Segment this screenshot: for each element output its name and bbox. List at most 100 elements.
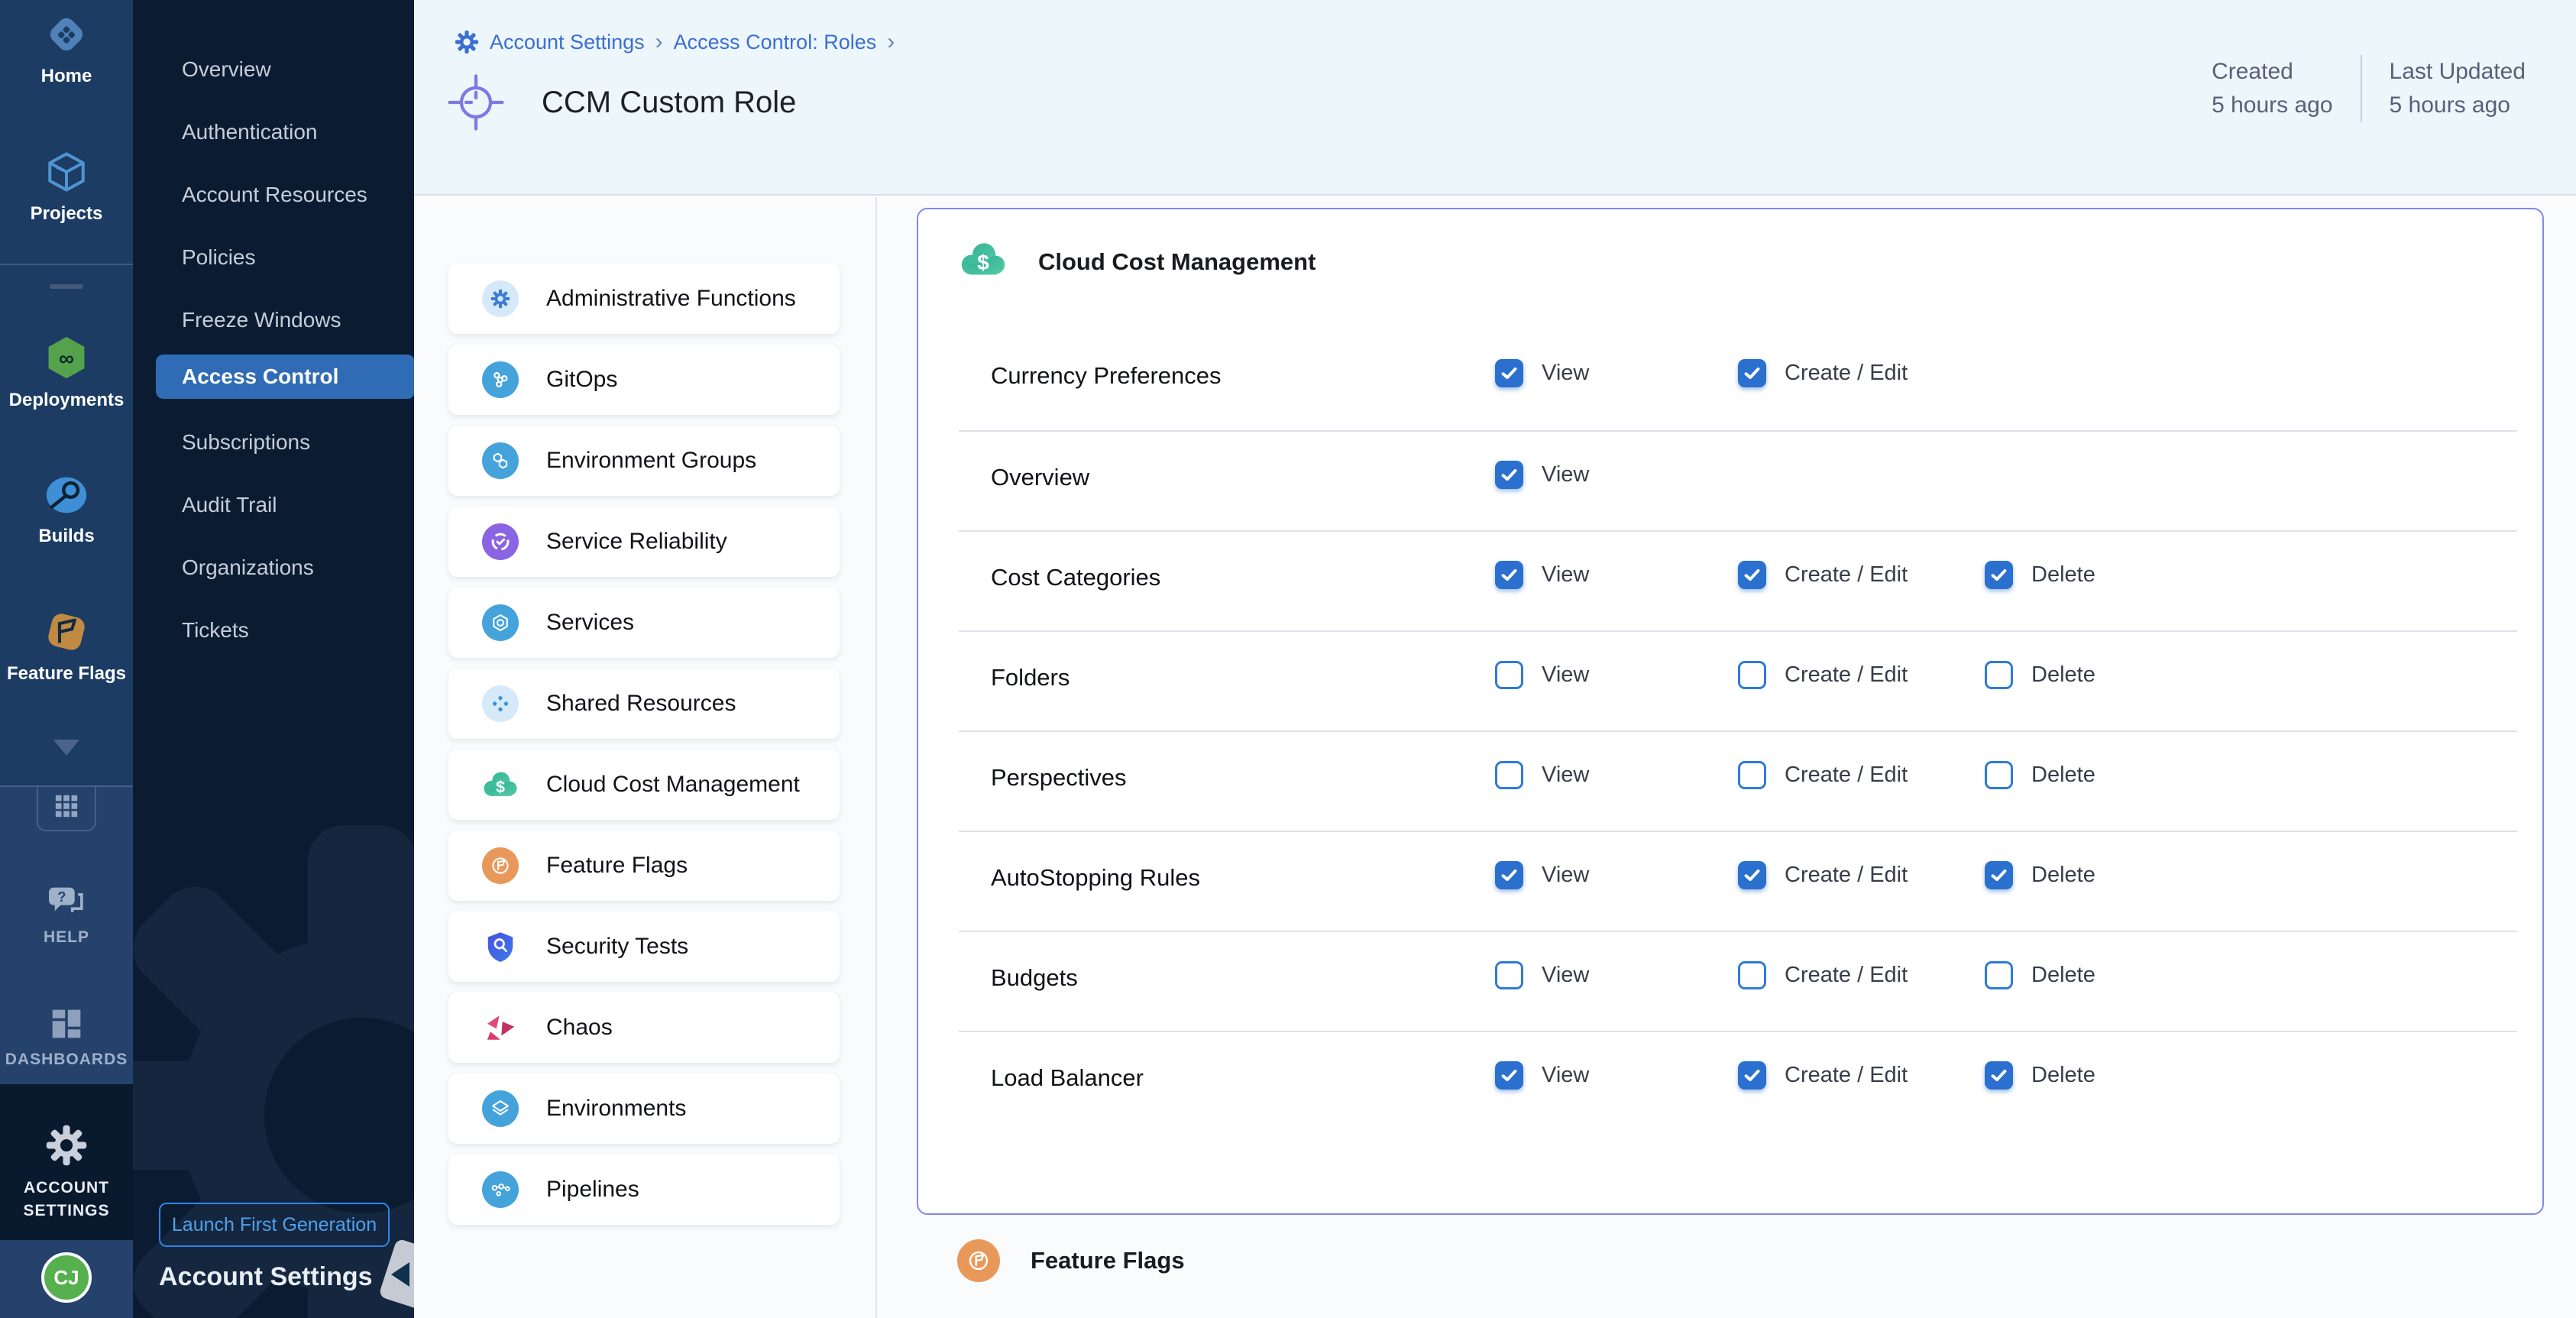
permission-checkbox-create-edit[interactable]: Create / Edit xyxy=(1738,359,1908,387)
rail-modules-chevron[interactable] xyxy=(0,740,133,756)
permission-checkbox-view[interactable]: View xyxy=(1495,661,1589,689)
sidebar-item-authentication[interactable]: Authentication xyxy=(133,110,414,154)
sidebar-item-organizations[interactable]: Organizations xyxy=(133,546,414,590)
rail-item-builds[interactable]: Builds xyxy=(0,474,133,546)
panel-header: $ Cloud Cost Management xyxy=(959,240,1316,283)
module-card-security-tests[interactable]: Security Tests xyxy=(448,912,840,982)
checkbox-label: Create / Edit xyxy=(1785,662,1908,688)
module-card-label: Chaos xyxy=(546,1015,613,1041)
permissions-panel: $ Cloud Cost Management Currency Prefere… xyxy=(917,208,2544,1215)
permission-checkbox-delete[interactable]: Delete xyxy=(1985,961,2095,989)
rail-divider xyxy=(0,264,133,265)
permission-row: Budgets View Create / Edit Delete xyxy=(959,931,2517,1031)
rail-item-deployments[interactable]: ∞ Deployments xyxy=(0,335,133,410)
rail-item-label: Projects xyxy=(31,204,103,224)
permission-checkbox-view[interactable]: View xyxy=(1495,961,1589,989)
permission-checkbox-view[interactable]: View xyxy=(1495,1061,1589,1090)
pipelines-icon xyxy=(482,1171,519,1208)
sidebar-item-tickets[interactable]: Tickets xyxy=(133,608,414,653)
permission-checkbox-create-edit[interactable]: Create / Edit xyxy=(1738,1061,1908,1090)
permission-name: AutoStopping Rules xyxy=(991,864,1200,892)
permission-checkbox-delete[interactable]: Delete xyxy=(1985,861,2095,889)
sidebar-item-label: Overview xyxy=(182,57,271,82)
rail-item-account-settings[interactable]: ACCOUNT SETTINGS xyxy=(0,1084,133,1240)
avatar[interactable]: CJ xyxy=(41,1252,92,1303)
checkbox-label: View xyxy=(1542,963,1589,988)
permission-checkbox-delete[interactable]: Delete xyxy=(1985,1061,2095,1090)
module-card-label: Pipelines xyxy=(546,1177,639,1203)
checkbox-label: Create / Edit xyxy=(1785,963,1908,988)
rail-item-feature-flags[interactable]: Feature Flags xyxy=(0,610,133,684)
permission-row: Currency Preferences View Create / Edit xyxy=(959,330,2517,430)
checkbox-label: Delete xyxy=(2031,863,2095,888)
permission-checkbox-create-edit[interactable]: Create / Edit xyxy=(1738,861,1908,889)
breadcrumb-link-access-control-roles[interactable]: Access Control: Roles xyxy=(674,31,877,54)
cloud-cost-icon: $ xyxy=(482,769,519,801)
checkbox-label: Create / Edit xyxy=(1785,562,1908,588)
checkbox-icon xyxy=(1738,861,1766,889)
permission-checkbox-view[interactable]: View xyxy=(1495,461,1589,489)
module-card-label: Services xyxy=(546,610,634,636)
breadcrumb-link-account-settings[interactable]: Account Settings xyxy=(490,31,645,54)
rail-item-dashboards[interactable]: DASHBOARDS xyxy=(0,1007,133,1069)
sidebar-item-access-control[interactable]: Access Control xyxy=(156,355,414,399)
permission-checkbox-delete[interactable]: Delete xyxy=(1985,661,2095,689)
module-card-feature-flags[interactable]: Feature Flags xyxy=(448,831,840,901)
permission-name: Overview xyxy=(991,464,1089,491)
permission-checkbox-delete[interactable]: Delete xyxy=(1985,761,2095,789)
module-card-environment-groups[interactable]: Environment Groups xyxy=(448,426,840,496)
rail-item-projects[interactable]: Projects xyxy=(0,150,133,224)
permission-name: Currency Preferences xyxy=(991,362,1222,390)
module-card-label: Shared Resources xyxy=(546,691,736,717)
module-card-service-reliability[interactable]: Service Reliability xyxy=(448,507,840,577)
sidebar-item-subscriptions[interactable]: Subscriptions xyxy=(133,420,414,465)
feature-flags-icon xyxy=(482,847,519,884)
module-card-label: GitOps xyxy=(546,367,617,393)
permission-name: Load Balancer xyxy=(991,1064,1144,1092)
sidebar-item-label: Tickets xyxy=(182,618,249,643)
sidebar-item-account-resources[interactable]: Account Resources xyxy=(133,173,414,217)
sidebar-item-label: Policies xyxy=(182,245,255,270)
permission-checkbox-delete[interactable]: Delete xyxy=(1985,561,2095,589)
permission-checkbox-create-edit[interactable]: Create / Edit xyxy=(1738,661,1908,689)
checkbox-label: Delete xyxy=(2031,562,2095,588)
permission-row: Load Balancer View Create / Edit Delete xyxy=(959,1031,2517,1131)
module-card-pipelines[interactable]: Pipelines xyxy=(448,1154,840,1225)
settings-sidebar: Overview Authentication Account Resource… xyxy=(133,0,414,1318)
sidebar-item-audit-trail[interactable]: Audit Trail xyxy=(133,483,414,527)
checkbox-icon xyxy=(1985,961,2013,989)
rail-item-help[interactable]: ? HELP xyxy=(0,885,133,947)
module-card-services[interactable]: Services xyxy=(448,588,840,658)
checkbox-icon xyxy=(1495,761,1523,789)
grid-icon xyxy=(53,793,79,823)
permission-checkbox-view[interactable]: View xyxy=(1495,561,1589,589)
left-nav-rail: Home Projects ∞ Deployments Builds xyxy=(0,0,133,1318)
role-crosshair-icon xyxy=(447,73,505,131)
module-picker-button[interactable] xyxy=(37,785,96,831)
module-card-cloud-cost-management[interactable]: $ Cloud Cost Management xyxy=(448,750,840,820)
sidebar-item-freeze-windows[interactable]: Freeze Windows xyxy=(133,298,414,342)
module-card-administrative-functions[interactable]: Administrative Functions xyxy=(448,264,840,334)
permission-checkbox-create-edit[interactable]: Create / Edit xyxy=(1738,961,1908,989)
permission-checkbox-view[interactable]: View xyxy=(1495,861,1589,889)
module-card-shared-resources[interactable]: Shared Resources xyxy=(448,669,840,739)
rail-drag-handle[interactable] xyxy=(50,284,83,289)
permission-checkbox-create-edit[interactable]: Create / Edit xyxy=(1738,761,1908,789)
module-card-gitops[interactable]: GitOps xyxy=(448,345,840,415)
page-title: CCM Custom Role xyxy=(542,86,796,120)
sidebar-item-overview[interactable]: Overview xyxy=(133,47,414,92)
svg-text:?: ? xyxy=(57,889,66,905)
svg-text:∞: ∞ xyxy=(59,346,74,370)
permission-checkbox-view[interactable]: View xyxy=(1495,359,1589,387)
module-card-chaos[interactable]: Chaos xyxy=(448,993,840,1063)
checkbox-label: Create / Edit xyxy=(1785,361,1908,386)
module-card-environments[interactable]: Environments xyxy=(448,1074,840,1144)
sidebar-item-policies[interactable]: Policies xyxy=(133,235,414,280)
permission-checkbox-view[interactable]: View xyxy=(1495,761,1589,789)
rail-item-home[interactable]: Home xyxy=(0,12,133,86)
panel-title: Cloud Cost Management xyxy=(1038,248,1316,276)
permission-checkbox-create-edit[interactable]: Create / Edit xyxy=(1738,561,1908,589)
sidebar-collapse-arrow[interactable] xyxy=(391,1262,409,1287)
launch-first-generation-button[interactable]: Launch First Generation xyxy=(159,1203,390,1247)
permission-name: Folders xyxy=(991,664,1070,691)
